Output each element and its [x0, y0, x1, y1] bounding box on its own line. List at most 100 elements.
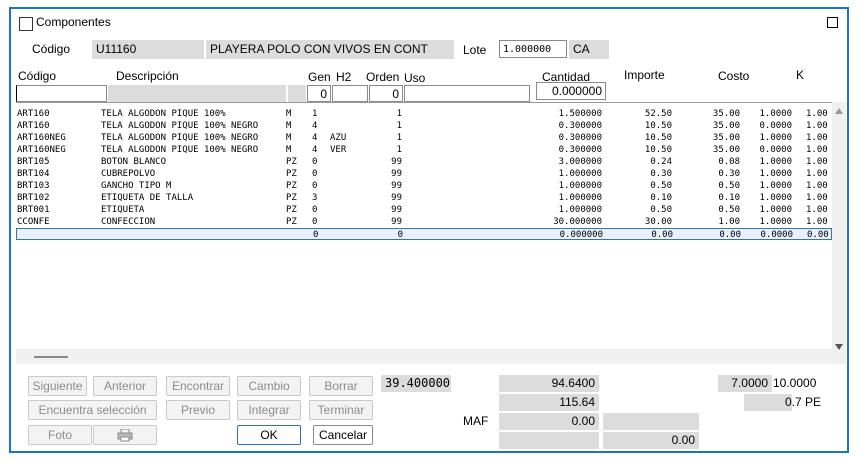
vertical-scrollbar[interactable]: [832, 102, 846, 364]
table-row[interactable]: ART160NEG TELA ALGODON PIQUE 100% NEGRO M 4…: [16, 144, 832, 156]
cell-costo: 35.00: [712, 145, 740, 155]
cell-desc: BOTON BLANCO: [101, 157, 167, 167]
cell-k1: 1.0000: [759, 205, 792, 215]
col-importe: Importe: [624, 68, 665, 82]
lote-input[interactable]: 1.000000: [499, 40, 567, 58]
cantidad-total: 39.400000: [381, 375, 451, 392]
table-row[interactable]: BRT103 GANCHO TIPO M PZ 0 99 1.000000 0.50 0.50…: [16, 180, 832, 192]
terminar-button[interactable]: Terminar: [309, 400, 373, 420]
cambio-button[interactable]: Cambio: [237, 376, 301, 396]
cell-um: M: [286, 109, 292, 119]
cell-gen: 0: [313, 230, 319, 240]
cell-k1: 0.0000: [759, 121, 792, 131]
cell-costo: 0.50: [718, 181, 740, 191]
cell-cantidad: 0.300000: [558, 145, 602, 155]
cell-desc: GANCHO TIPO M: [101, 181, 172, 191]
cell-gen: 0: [312, 205, 318, 215]
table-row[interactable]: BRT001 ETIQUETA PZ 0 99 1.000000 0.50 0.50 1.000…: [16, 204, 832, 216]
cancelar-button[interactable]: Cancelar: [313, 425, 373, 445]
cell-orden: 1: [396, 121, 402, 131]
table-row[interactable]: ART160 TELA ALGODON PIQUE 100% M 1 1 1.500000…: [16, 108, 832, 120]
cell-k1: 0.0000: [759, 145, 792, 155]
cell-orden: 1: [396, 133, 402, 143]
cell-k1: 0.0000: [760, 230, 793, 240]
cell-k2: 1.00: [806, 217, 828, 227]
cell-cantidad: 3.000000: [558, 157, 602, 167]
cell-um: M: [286, 133, 292, 143]
cell-k1: 1.0000: [759, 157, 792, 167]
cell-codigo: BRT103: [17, 181, 50, 191]
table-row[interactable]: ART160 TELA ALGODON PIQUE 100% NEGRO M 4 1 0.…: [16, 120, 832, 132]
table-row[interactable]: ART160NEG TELA ALGODON PIQUE 100% NEGRO M 4…: [16, 132, 832, 144]
borrar-button[interactable]: Borrar: [309, 376, 373, 396]
cell-k2: 1.00: [806, 109, 828, 119]
cell-k2: 1.00: [806, 193, 828, 203]
ok-button[interactable]: OK: [237, 425, 301, 445]
up-arrow-icon[interactable]: [835, 108, 843, 114]
cell-codigo: BRT104: [17, 169, 50, 179]
cell-gen: 0: [312, 169, 318, 179]
col-codigo: Código: [18, 69, 57, 83]
col-costo: Costo: [718, 69, 750, 83]
filter-descripcion-input[interactable]: [108, 85, 286, 102]
cell-codigo: ART160NEG: [17, 145, 66, 155]
encontrar-button[interactable]: Encontrar: [166, 376, 230, 396]
cell-um: PZ: [286, 217, 297, 227]
horizontal-scroll-thumb[interactable]: [34, 356, 68, 358]
table-row[interactable]: BRT102 ETIQUETA DE TALLA PZ 3 99 1.000000 0.10…: [16, 192, 832, 204]
filter-gen-input[interactable]: 0: [307, 85, 331, 102]
cell-k2: 1.00: [806, 121, 828, 131]
cell-k2: 1.00: [806, 181, 828, 191]
col-h2: H2: [336, 70, 352, 84]
maximize-icon[interactable]: [827, 17, 838, 28]
previo-button[interactable]: Previo: [166, 400, 230, 420]
cell-costo: 0.08: [718, 157, 740, 167]
cell-importe: 10.50: [644, 145, 672, 155]
down-arrow-icon[interactable]: [835, 344, 843, 350]
cell-desc: TELA ALGODON PIQUE 100%: [101, 109, 226, 119]
cell-k2: 1.00: [806, 133, 828, 143]
cell-desc: TELA ALGODON PIQUE 100% NEGRO: [101, 121, 259, 131]
cell-k1: 1.0000: [759, 193, 792, 203]
anterior-button[interactable]: Anterior: [93, 376, 157, 396]
cell-costo: 0.00: [719, 230, 741, 240]
cell-costo: 0.30: [718, 169, 740, 179]
foto-button[interactable]: Foto: [28, 425, 92, 445]
filter-h2-input[interactable]: [332, 85, 368, 102]
filter-codigo-input[interactable]: [16, 85, 107, 102]
cell-cantidad: 1.000000: [558, 205, 602, 215]
encuentra-seleccion-button[interactable]: Encuentra selección: [28, 400, 157, 420]
siguiente-button[interactable]: Siguiente: [28, 376, 87, 396]
cell-k2: 1.00: [806, 157, 828, 167]
table-row[interactable]: BRT105 BOTON BLANCO PZ 0 99 3.000000 0.24 0.08 1…: [16, 156, 832, 168]
cell-k1: 1.0000: [759, 217, 792, 227]
cell-k1: 1.0000: [759, 181, 792, 191]
cell-desc: ETIQUETA DE TALLA: [101, 193, 194, 203]
filter-cantidad-input[interactable]: 0.000000: [536, 82, 606, 100]
cell-importe: 10.50: [644, 121, 672, 131]
codigo-value: U11160: [92, 40, 204, 59]
cell-k1: 1.0000: [759, 169, 792, 179]
integrar-button[interactable]: Integrar: [237, 400, 301, 420]
cell-desc: ETIQUETA: [101, 205, 145, 215]
filter-orden-input[interactable]: 0: [369, 85, 403, 102]
cell-cantidad: 1.000000: [558, 193, 602, 203]
cell-desc: CONFECCION: [101, 217, 156, 227]
table-row[interactable]: BRT104 CUBREPOLVO PZ 0 99 1.000000 0.30 0.30 1.0…: [16, 168, 832, 180]
cell-costo: 35.00: [712, 121, 740, 131]
window-menu-icon[interactable]: [19, 17, 33, 31]
right-value-1: 7.0000: [718, 375, 772, 392]
horizontal-scrollbar[interactable]: [16, 349, 832, 364]
cell-gen: 0: [312, 217, 318, 227]
print-button[interactable]: [93, 425, 157, 445]
cell-costo: 35.00: [712, 109, 740, 119]
cell-orden: 0: [397, 230, 403, 240]
components-grid[interactable]: ART160 TELA ALGODON PIQUE 100% M 1 1 1.500000…: [16, 102, 832, 350]
cell-orden: 99: [391, 193, 402, 203]
cell-k2: 1.00: [806, 145, 828, 155]
table-row[interactable]: CCONFE CONFECCION PZ 0 99 30.000000 30.00 1.00 1…: [16, 216, 832, 228]
cell-desc: TELA ALGODON PIQUE 100% NEGRO: [101, 133, 259, 143]
filter-uso-input[interactable]: [404, 85, 530, 102]
table-row-selected[interactable]: 0 0 0.000000 0.00 0.00 0.0000 0.00: [16, 228, 832, 240]
unidad-value: CA: [569, 40, 609, 59]
